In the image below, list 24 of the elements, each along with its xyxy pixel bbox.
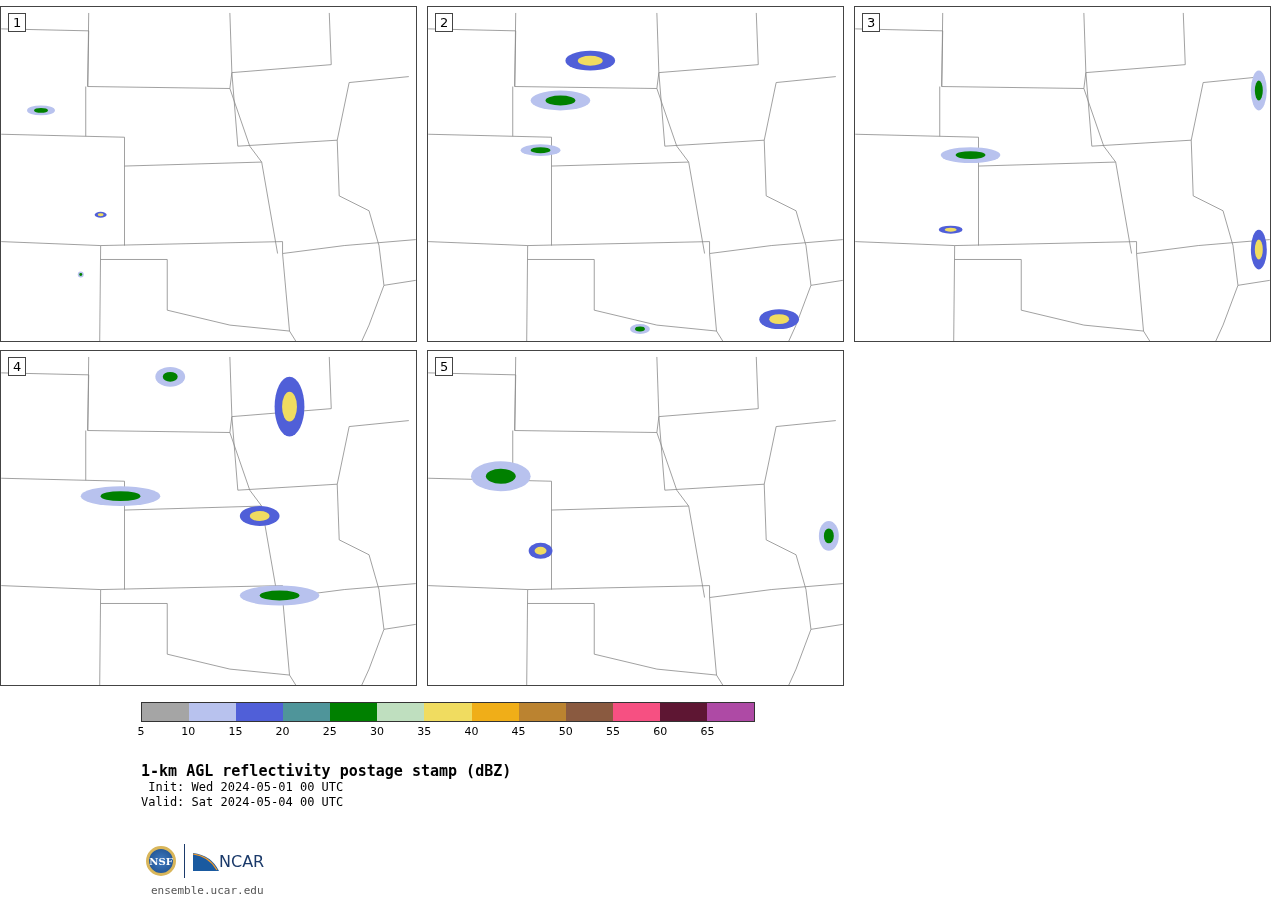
panel-number: 5 [435,357,454,376]
tick-label: 15 [228,725,243,738]
init-time: Init: Wed 2024-05-01 00 UTC [147,780,345,795]
tick-label: 35 [417,725,432,738]
tick-label: 5 [137,725,145,738]
panel-number: 4 [8,357,27,376]
valid-time: Valid: Sat 2024-05-04 00 UTC [141,795,345,810]
tick-label: 10 [181,725,196,738]
chart-title: 1-km AGL reflectivity postage stamp (dBZ) [141,762,513,780]
panel-number: 1 [8,13,27,32]
tick-label: 20 [275,725,290,738]
tick-label: 50 [558,725,573,738]
panel-number: 2 [435,13,454,32]
panel-number: 3 [862,13,881,32]
tick-label: 65 [700,725,715,738]
tick-label: 25 [322,725,337,738]
nsf-logo: NSF [146,846,176,876]
ncar-logo: NCAR [193,851,265,871]
tick-label: 45 [511,725,526,738]
tick-label: 60 [653,725,668,738]
tick-label: 40 [464,725,479,738]
website-url: ensemble.ucar.edu [151,884,265,897]
tick-label: 30 [370,725,384,738]
tick-label: 55 [606,725,620,738]
